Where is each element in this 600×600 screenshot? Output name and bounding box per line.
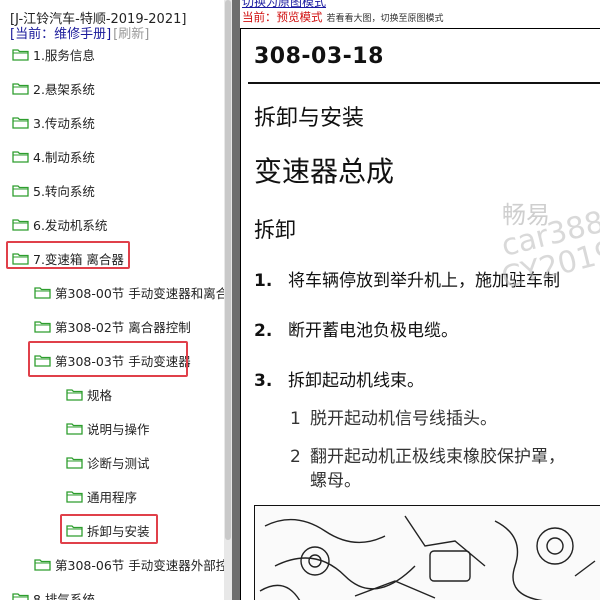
folder-icon bbox=[66, 524, 83, 537]
tree-item-transmission-clutch[interactable]: 7.变速箱 离合器 bbox=[12, 248, 124, 268]
folder-icon bbox=[34, 354, 51, 367]
tree-item-label: 2.悬架系统 bbox=[33, 81, 95, 97]
step-text: 断开蓄电池负极电缆。 bbox=[288, 321, 458, 341]
tree-item-label: 通用程序 bbox=[87, 489, 138, 505]
tree-item-engine[interactable]: 6.发动机系统 bbox=[12, 214, 107, 234]
document-number: 308-03-18 bbox=[254, 44, 384, 69]
folder-icon bbox=[66, 388, 83, 401]
step-number: 2. bbox=[254, 321, 273, 341]
folder-icon bbox=[12, 150, 29, 163]
substep-number: 2 bbox=[290, 447, 301, 467]
tree-item-specifications[interactable]: 规格 bbox=[66, 384, 112, 404]
tree-item-label: 第308-03节 手动变速器 bbox=[55, 353, 191, 369]
tree-item-exhaust[interactable]: 8.排气系统 bbox=[12, 588, 95, 600]
tree-item-removal-installation[interactable]: 拆卸与安装 bbox=[66, 520, 150, 540]
tree-item-label: 8.排气系统 bbox=[33, 591, 95, 600]
tree-item-label: 3.传动系统 bbox=[33, 115, 95, 131]
tree-scroll-thumb[interactable] bbox=[225, 0, 231, 540]
tree-item-steering[interactable]: 5.转向系统 bbox=[12, 180, 95, 200]
tree-item-label: 7.变速箱 离合器 bbox=[33, 251, 124, 267]
folder-icon bbox=[66, 490, 83, 503]
tree-item-general-procedures[interactable]: 通用程序 bbox=[66, 486, 137, 506]
folder-icon bbox=[12, 218, 29, 231]
tree-item-section-308-02[interactable]: 第308-02节 离合器控制 bbox=[34, 316, 191, 336]
substep-1: 1 脱开起动机信号线插头。 bbox=[290, 404, 497, 429]
tree-item-label: 诊断与测试 bbox=[87, 455, 150, 471]
current-manual-label: [当前：维修手册] [刷新] bbox=[10, 23, 149, 42]
tree-item-section-308-00[interactable]: 第308-00节 手动变速器和离合 bbox=[34, 282, 228, 302]
tree-item-label: 第308-02节 离合器控制 bbox=[55, 319, 191, 335]
substep-2: 2 翻开起动机正极线束橡胶保护罩， bbox=[290, 442, 565, 467]
folder-icon bbox=[12, 82, 29, 95]
tree-item-label: 1.服务信息 bbox=[33, 47, 95, 63]
tree-item-label: 规格 bbox=[87, 387, 113, 403]
mode-current-label: 当前： bbox=[242, 10, 277, 24]
mode-tip: 若看看大图，切换至原图模式 bbox=[326, 14, 444, 24]
tree-scrollbar[interactable] bbox=[224, 0, 232, 600]
tree-item-section-308-06[interactable]: 第308-06节 手动变速器外部控 bbox=[34, 554, 228, 574]
mode-value: 预览模式 bbox=[276, 10, 323, 24]
step-number: 1. bbox=[254, 271, 273, 291]
step-number: 3. bbox=[254, 371, 273, 391]
navigation-tree-panel: [J-江铃汽车-特顺-2019-2021] [当前：维修手册] [刷新] 1.服务… bbox=[0, 0, 232, 600]
tree-item-label: 6.发动机系统 bbox=[33, 217, 108, 233]
substep-2-continued: 螺母。 bbox=[310, 471, 361, 491]
tree-item-section-308-03[interactable]: 第308-03节 手动变速器 bbox=[34, 350, 191, 370]
tree-item-service-info[interactable]: 1.服务信息 bbox=[12, 44, 95, 64]
document-viewer: 切换为原图模式 当前：预览模式 若看看大图，切换至原图模式 308-03-18 拆… bbox=[240, 0, 600, 600]
tree-item-label: 说明与操作 bbox=[87, 421, 150, 437]
folder-icon bbox=[12, 48, 29, 61]
substep-text: 脱开起动机信号线插头。 bbox=[310, 409, 497, 429]
engine-illustration bbox=[254, 505, 600, 600]
header-rule bbox=[248, 82, 600, 84]
tree-item-driveline[interactable]: 3.传动系统 bbox=[12, 112, 95, 132]
folder-icon bbox=[12, 184, 29, 197]
step-text: 拆卸起动机线束。 bbox=[288, 371, 424, 391]
step-2: 2. 断开蓄电池负极电缆。 bbox=[254, 316, 458, 341]
folder-icon bbox=[66, 456, 83, 469]
pane-divider[interactable] bbox=[232, 0, 240, 600]
folder-icon bbox=[12, 592, 29, 600]
current-manual-text: [当前：维修手册] bbox=[10, 27, 112, 42]
tree-item-suspension[interactable]: 2.悬架系统 bbox=[12, 78, 95, 98]
engine-drawing bbox=[259, 515, 596, 600]
tree-item-label: 第308-06节 手动变速器外部控 bbox=[55, 557, 229, 573]
sub-title: 拆卸 bbox=[254, 218, 296, 242]
folder-icon bbox=[12, 252, 29, 265]
tree-item-label: 5.转向系统 bbox=[33, 183, 95, 199]
folder-icon bbox=[34, 558, 51, 571]
step-3: 3. 拆卸起动机线束。 bbox=[254, 366, 424, 391]
folder-icon bbox=[12, 116, 29, 129]
folder-icon bbox=[34, 286, 51, 299]
tree-item-label: 4.制动系统 bbox=[33, 149, 95, 165]
substep-number: 1 bbox=[290, 409, 301, 429]
main-title: 变速器总成 bbox=[254, 155, 395, 188]
refresh-link[interactable]: [刷新] bbox=[113, 27, 149, 42]
mode-status: 当前：预览模式 若看看大图，切换至原图模式 bbox=[242, 9, 444, 25]
folder-icon bbox=[66, 422, 83, 435]
tree-item-brakes[interactable]: 4.制动系统 bbox=[12, 146, 95, 166]
substep-text: 翻开起动机正极线束橡胶保护罩， bbox=[310, 447, 565, 467]
tree-item-label: 第308-00节 手动变速器和离合 bbox=[55, 285, 229, 301]
folder-icon bbox=[34, 320, 51, 333]
tree-item-diagnosis-testing[interactable]: 诊断与测试 bbox=[66, 452, 150, 472]
tree-item-label: 拆卸与安装 bbox=[87, 523, 150, 539]
section-title: 拆卸与安装 bbox=[254, 106, 365, 131]
tree-item-description-operation[interactable]: 说明与操作 bbox=[66, 418, 150, 438]
